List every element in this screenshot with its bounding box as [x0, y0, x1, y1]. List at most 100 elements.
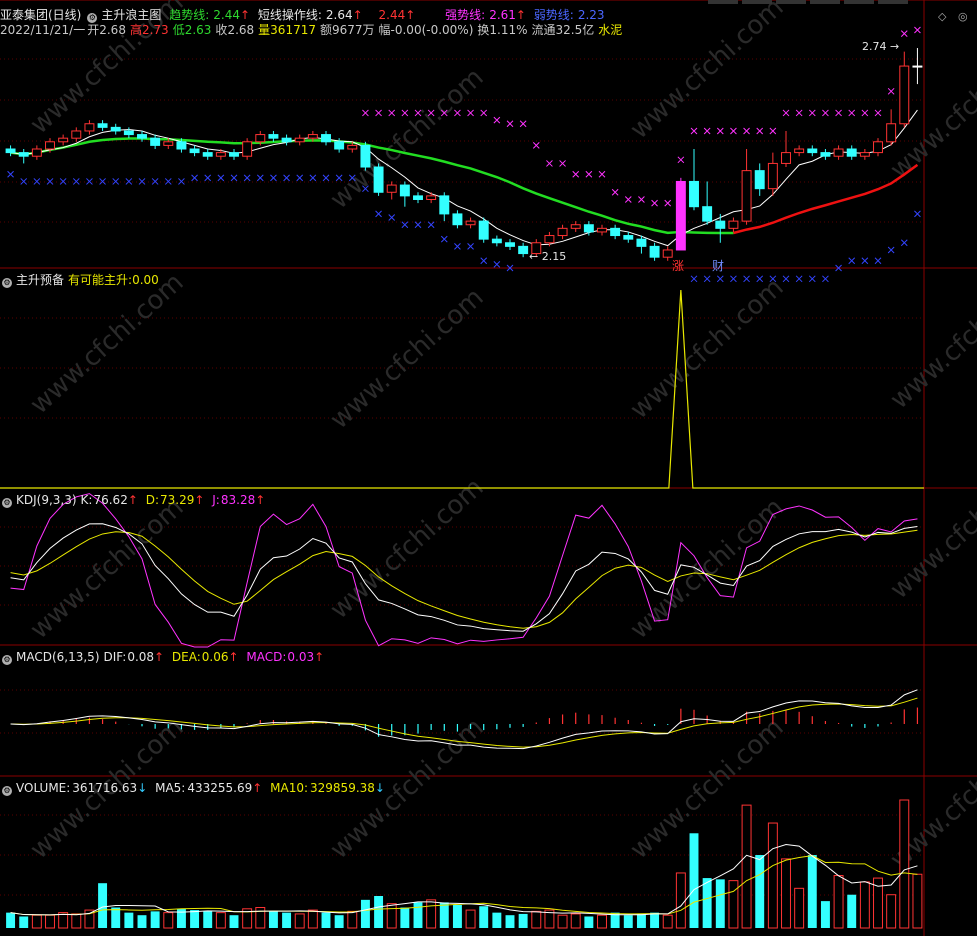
candle-body — [189, 148, 200, 154]
strong-line-marker — [506, 120, 514, 128]
watermark-text: www.cfchi.com — [625, 272, 790, 425]
indicator-name[interactable]: 主升浪主图 — [101, 8, 161, 22]
watermark-text: www.cfchi.com — [25, 267, 190, 420]
candle-body — [702, 206, 713, 222]
candle-body — [413, 195, 423, 200]
weak-line-marker — [690, 275, 698, 283]
volume-bar — [557, 914, 568, 929]
strong-line-marker — [572, 170, 580, 178]
arrow-up-icon: ↑ — [154, 650, 165, 664]
arrow-up-icon: ↑ — [127, 493, 138, 507]
change-value: 幅-0.00(-0.00%) — [378, 23, 474, 37]
weak-line-marker — [401, 221, 409, 229]
volume-bar — [807, 855, 817, 928]
candle-body — [45, 141, 55, 150]
volume-bar — [505, 915, 515, 928]
gear-icon[interactable]: ⚙ — [2, 655, 12, 665]
toolbar-button[interactable] — [776, 0, 806, 4]
tag-zhang[interactable]: 涨 — [672, 257, 684, 274]
arrow-up-icon: ↑ — [405, 8, 416, 22]
toolbar-button[interactable] — [742, 0, 772, 4]
candle-body — [176, 141, 187, 150]
weak-line-marker — [59, 178, 67, 185]
zhusheng-label: 有可能主升: — [68, 273, 133, 287]
low-label: 低 — [172, 23, 185, 37]
candle-body — [360, 144, 371, 168]
weak-line-marker — [7, 170, 14, 178]
strong-line-marker — [638, 196, 645, 203]
volume-bar — [531, 910, 542, 929]
gear-icon[interactable]: ⚙ — [2, 278, 12, 288]
watermark-text: www.cfchi.com — [885, 262, 977, 415]
tag-cai[interactable]: 财 — [712, 257, 724, 274]
candle-body — [728, 220, 739, 229]
candle-body — [307, 134, 318, 139]
volume-bar — [584, 916, 594, 928]
weak-line-marker — [493, 261, 501, 268]
weak-value: 2.23 — [577, 8, 605, 22]
trend-value: 2.44 — [213, 8, 240, 22]
candle-body — [137, 134, 147, 139]
volume-bar — [650, 912, 660, 928]
strong-line-marker — [782, 109, 790, 117]
weak-line-marker — [138, 178, 146, 185]
gear-icon[interactable]: ⚙ — [2, 786, 12, 796]
weak-line-marker — [375, 210, 382, 218]
volume-bar — [847, 894, 857, 928]
volume-bar — [623, 915, 633, 928]
settings-icon[interactable]: ◎ — [958, 10, 968, 23]
volume-bar — [347, 910, 358, 929]
toolbar-button[interactable] — [708, 0, 738, 4]
zhusheng-name[interactable]: 主升预备 — [16, 273, 64, 287]
gear-icon[interactable]: ⚙ — [2, 498, 12, 508]
ma10-label: MA10: — [270, 781, 309, 795]
volume-bar — [71, 913, 82, 929]
volume-bar — [715, 879, 725, 928]
candle-body — [426, 195, 437, 200]
volume-bar — [229, 915, 239, 928]
strong-line-marker — [611, 188, 619, 196]
low-value: 2.63 — [184, 23, 212, 37]
weak-line-marker — [112, 178, 120, 185]
weak-line-marker — [270, 174, 277, 182]
macd-name[interactable]: MACD(6,13,5) — [16, 650, 100, 664]
candle-body — [123, 130, 134, 136]
strong-line-marker — [546, 160, 553, 167]
weak-line-marker — [230, 174, 238, 182]
volume-bar — [307, 909, 318, 929]
toolbar-button[interactable] — [878, 0, 908, 4]
strong-line-marker — [808, 109, 816, 117]
high-label: 高 — [129, 23, 142, 37]
volume-bar — [268, 911, 278, 928]
short-label: 短线操作线: — [257, 8, 322, 22]
volume-bar — [413, 902, 423, 928]
volume-bar — [31, 914, 42, 929]
toolbar-button[interactable] — [810, 0, 840, 4]
kdj-name[interactable]: KDJ(9,3,3) — [16, 493, 77, 507]
candle-body — [399, 184, 410, 197]
volume-bar — [781, 858, 791, 929]
candle-body — [767, 162, 778, 190]
volume-bar — [45, 914, 55, 929]
candle-body — [899, 65, 910, 125]
volume-name[interactable]: VOLUME: — [16, 781, 70, 795]
strong-line-marker — [401, 109, 409, 117]
candle-body — [912, 65, 923, 68]
weak-line-marker — [283, 174, 290, 182]
volume-bar — [741, 804, 752, 929]
industry-label[interactable]: 水泥 — [598, 23, 622, 37]
strong-line-marker — [743, 127, 750, 135]
candle-body — [386, 184, 397, 193]
volume-bar — [282, 912, 292, 928]
diamond-icon[interactable]: ◇ — [938, 10, 946, 23]
toolbar-button[interactable] — [844, 0, 874, 4]
stock-name[interactable]: 亚泰集团(日线) — [0, 8, 81, 22]
main-chart-header: 亚泰集团(日线) ⚙ 主升浪主图 趋势线: 2.44↑ 短线操作线: 2.64↑ 2.4… — [0, 7, 609, 23]
volume-value: 361716.63 — [72, 781, 138, 795]
arrow-up-icon: ↑ — [239, 8, 251, 22]
volume-bar — [334, 915, 344, 928]
weak-line-marker — [309, 174, 317, 182]
volume-label: 量 — [258, 23, 271, 37]
candle-body — [873, 141, 883, 154]
candle-body — [846, 148, 857, 157]
